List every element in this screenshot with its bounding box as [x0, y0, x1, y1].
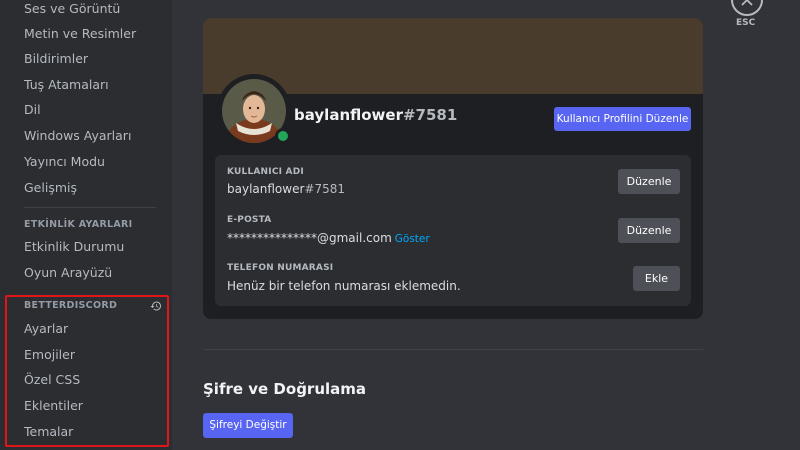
sidebar-item-text-images[interactable]: Metin ve Resimler — [24, 25, 136, 43]
account-card: baylanflower#7581 Kullanıcı Profilini Dü… — [203, 18, 703, 319]
email-field-label: E-POSTA — [227, 215, 272, 225]
reveal-email-link[interactable]: Göster — [395, 233, 430, 245]
close-button[interactable] — [731, 0, 763, 16]
password-auth-title: Şifre ve Doğrulama — [203, 380, 367, 398]
account-fields-panel: KULLANICI ADI baylanflower#7581 Düzenle … — [215, 155, 691, 306]
sidebar-item-windows-settings[interactable]: Windows Ayarları — [24, 127, 131, 145]
email-field-value: ***************@gmail.com Göster — [227, 231, 430, 245]
phone-field-value: Henüz bir telefon numarası eklemedin. — [227, 279, 461, 293]
username-field-value: baylanflower#7581 — [227, 182, 345, 196]
username-field-label: KULLANICI ADI — [227, 167, 304, 177]
sidebar-header-activity: ETKİNLİK AYARLARI — [24, 219, 133, 230]
sidebar-item-voice-video[interactable]: Ses ve Görüntü — [24, 0, 120, 18]
betterdiscord-highlight-box — [5, 295, 169, 447]
sidebar-item-streamer-mode[interactable]: Yayıncı Modu — [24, 153, 105, 171]
sidebar-item-advanced[interactable]: Gelişmiş — [24, 179, 77, 197]
change-password-button[interactable]: Şifreyi Değiştir — [203, 413, 293, 438]
sidebar-item-keybinds[interactable]: Tuş Atamaları — [24, 76, 109, 94]
edit-email-button[interactable]: Düzenle — [618, 218, 680, 243]
settings-sidebar: Ses ve Görüntü Metin ve Resimler Bildiri… — [0, 0, 172, 450]
sidebar-item-game-overlay[interactable]: Oyun Arayüzü — [24, 264, 112, 282]
sidebar-item-notifications[interactable]: Bildirimler — [24, 50, 88, 68]
sidebar-item-activity-status[interactable]: Etkinlik Durumu — [24, 238, 124, 256]
section-divider — [203, 349, 703, 350]
sidebar-item-language[interactable]: Dil — [24, 101, 41, 119]
online-status-indicator — [275, 128, 291, 144]
profile-username: baylanflower#7581 — [294, 106, 458, 124]
esc-label: ESC — [736, 18, 756, 28]
close-icon — [741, 0, 753, 6]
sidebar-divider — [24, 207, 156, 208]
phone-field-label: TELEFON NUMARASI — [227, 263, 334, 273]
edit-user-profile-button[interactable]: Kullanıcı Profilini Düzenle — [554, 107, 691, 131]
add-phone-button[interactable]: Ekle — [633, 266, 680, 291]
avatar-wrapper — [217, 74, 291, 148]
edit-username-button[interactable]: Düzenle — [618, 169, 680, 194]
